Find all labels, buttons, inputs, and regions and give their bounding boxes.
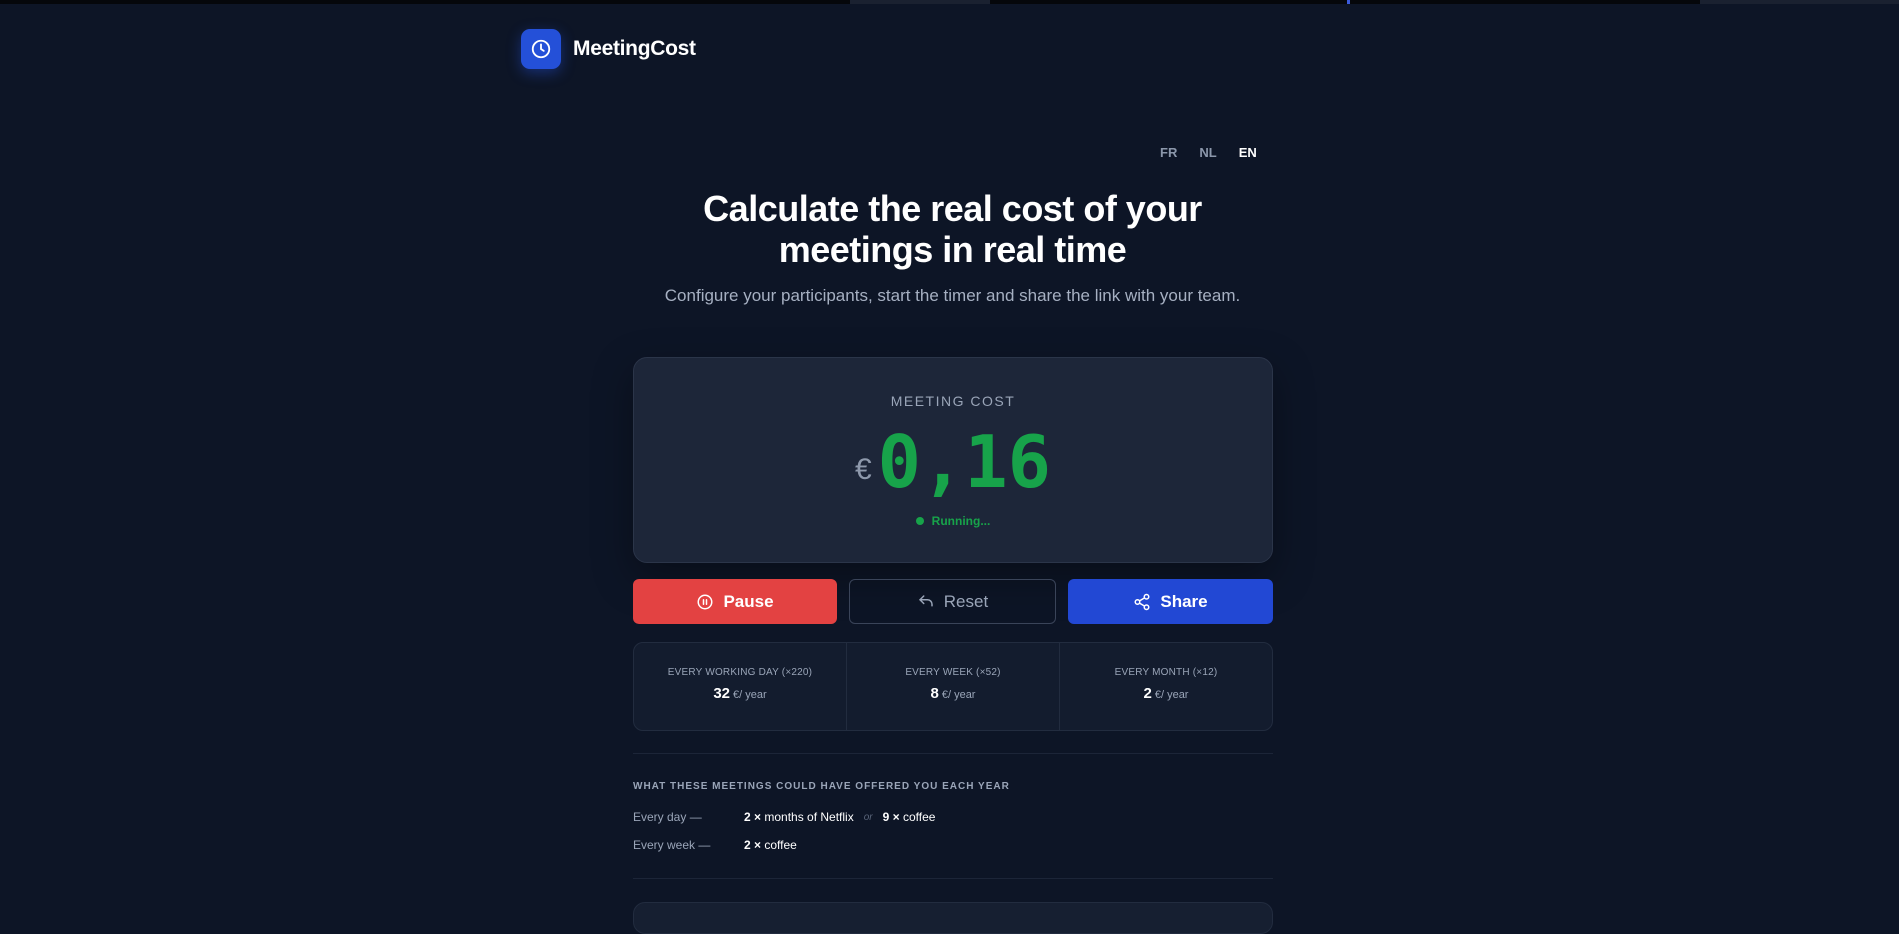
annual-amount: 2 (1143, 685, 1152, 702)
page-title-line-1: Calculate the real cost of your (703, 188, 1202, 229)
offer-key: Every day — (633, 810, 702, 824)
annual-value: 8 €/ year (847, 685, 1059, 702)
clock-icon (521, 29, 561, 69)
status-text: Running... (931, 514, 991, 528)
cost-display: € 0,16 (634, 423, 1272, 501)
pause-circle-icon (697, 594, 713, 609)
section-divider (633, 753, 1273, 754)
cost-label: MEETING COST (890, 393, 1016, 409)
share-button[interactable]: Share (1068, 579, 1273, 624)
offer-text: coffee (903, 810, 936, 824)
undo-icon (919, 594, 933, 606)
annual-amount: 8 (930, 685, 939, 702)
offer-key: Every week — (633, 838, 711, 852)
annual-month: EVERY MONTH (×12) 2 €/ year (1060, 643, 1272, 730)
timer-status: Running... (634, 514, 1272, 528)
offer-count: 9 × (882, 810, 900, 824)
annual-label: EVERY WORKING DAY (×220) (667, 667, 813, 678)
offer-count: 2 × (744, 810, 762, 824)
browser-top-strip (0, 0, 1899, 4)
next-section-card (633, 902, 1273, 934)
offer-row-day: Every day — 2 × months of Netflix or 9 ×… (633, 810, 935, 824)
offer-text: months of Netflix (764, 810, 854, 824)
offers-title: WHAT THESE MEETINGS COULD HAVE OFFERED Y… (633, 781, 1010, 792)
offer-item: 9 × coffee (883, 810, 936, 824)
pause-button[interactable]: Pause (633, 579, 837, 624)
lang-nl[interactable]: NL (1199, 145, 1216, 160)
offer-item: 2 × months of Netflix (744, 810, 854, 824)
annual-label: EVERY MONTH (×12) (1114, 667, 1218, 678)
page-title: Calculate the real cost of your meetings… (0, 188, 1899, 270)
annual-unit: €/ year (941, 689, 976, 701)
reset-label: Reset (943, 591, 989, 611)
status-dot-icon (915, 517, 924, 525)
share-icon (1134, 593, 1150, 610)
meeting-cost-card: MEETING COST € 0,16 Running... (633, 357, 1273, 563)
offer-or: or (863, 811, 873, 823)
lang-en[interactable]: EN (1239, 145, 1257, 160)
reset-button[interactable]: Reset (849, 579, 1056, 624)
cost-currency: € (854, 453, 872, 486)
share-label: Share (1160, 591, 1208, 611)
cost-amount: 0,16 (877, 420, 1052, 504)
annual-week: EVERY WEEK (×52) 8 €/ year (847, 643, 1060, 730)
offer-count: 2 × (744, 838, 762, 852)
lang-fr[interactable]: FR (1160, 145, 1177, 160)
offer-text: coffee (764, 838, 797, 852)
language-switcher: FR NL EN (1160, 145, 1257, 160)
offer-row-week: Every week — 2 × coffee (633, 838, 797, 852)
app-name: MeetingCost (573, 37, 696, 60)
annual-unit: €/ year (1154, 689, 1189, 701)
annual-working-day: EVERY WORKING DAY (×220) 32 €/ year (634, 643, 847, 730)
annual-label: EVERY WEEK (×52) (905, 667, 1001, 678)
pause-label: Pause (723, 591, 774, 611)
annual-cost-card: EVERY WORKING DAY (×220) 32 €/ year EVERY… (633, 642, 1273, 731)
page-subtitle: Configure your participants, start the t… (664, 286, 1241, 305)
annual-value: 2 €/ year (1060, 685, 1272, 702)
app-logo[interactable]: MeetingCost (521, 29, 696, 69)
annual-unit: €/ year (733, 689, 767, 701)
page-title-line-2: meetings in real time (778, 229, 1127, 270)
annual-value: 32 €/ year (634, 685, 846, 702)
annual-amount: 32 (713, 685, 731, 702)
offer-item: 2 × coffee (744, 838, 797, 852)
section-divider (633, 878, 1273, 879)
